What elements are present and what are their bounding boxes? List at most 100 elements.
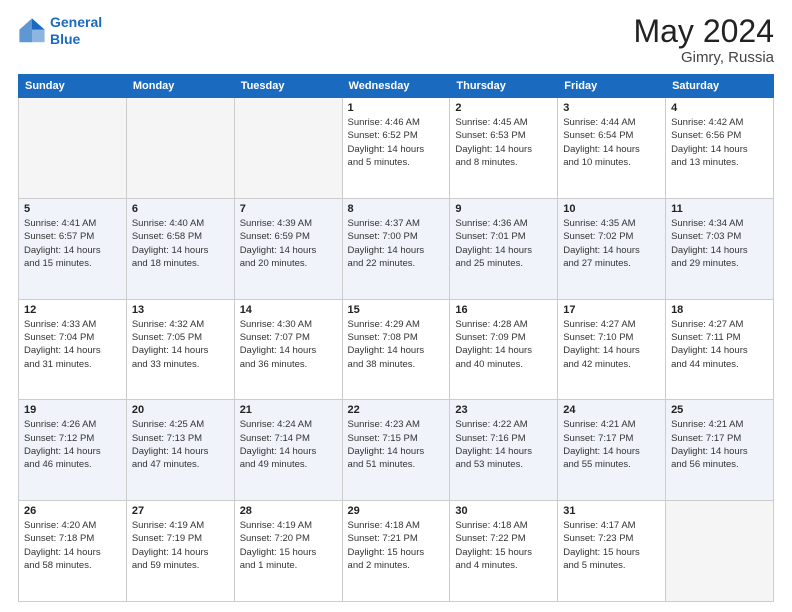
day-info: Sunrise: 4:46 AMSunset: 6:52 PMDaylight:… (348, 116, 445, 169)
day-info: Sunrise: 4:21 AMSunset: 7:17 PMDaylight:… (563, 418, 660, 471)
day-number: 9 (455, 203, 552, 215)
calendar-cell: 18Sunrise: 4:27 AMSunset: 7:11 PMDayligh… (666, 299, 774, 400)
day-info: Sunrise: 4:23 AMSunset: 7:15 PMDaylight:… (348, 418, 445, 471)
day-number: 24 (563, 404, 660, 416)
day-info: Sunrise: 4:42 AMSunset: 6:56 PMDaylight:… (671, 116, 768, 169)
logo-icon (18, 17, 46, 45)
day-number: 16 (455, 304, 552, 316)
calendar-cell: 2Sunrise: 4:45 AMSunset: 6:53 PMDaylight… (450, 98, 558, 199)
calendar-cell: 21 Sunrise: 4:24 AMSunset: 7:14 PMDayligh… (234, 400, 342, 501)
day-number: 26 (24, 505, 121, 517)
day-number: 28 (240, 505, 337, 517)
calendar-header-saturday: Saturday (666, 75, 774, 98)
calendar-table: SundayMondayTuesdayWednesdayThursdayFrid… (18, 74, 774, 602)
calendar-header-monday: Monday (126, 75, 234, 98)
calendar-cell: 13Sunrise: 4:32 AMSunset: 7:05 PMDayligh… (126, 299, 234, 400)
day-number: 19 (24, 404, 121, 416)
calendar-header-friday: Friday (558, 75, 666, 98)
calendar-cell: 27Sunrise: 4:19 AMSunset: 7:19 PMDayligh… (126, 501, 234, 602)
day-number: 23 (455, 404, 552, 416)
calendar-cell: 26 Sunrise: 4:20 AMSunset: 7:18 PMDayligh… (19, 501, 127, 602)
day-info: Sunrise: 4:25 AMSunset: 7:13 PMDaylight:… (132, 418, 229, 471)
calendar-cell: 25 Sunrise: 4:21 AMSunset: 7:17 PMDayligh… (666, 400, 774, 501)
calendar-week-row: 5 Sunrise: 4:41 AMSunset: 6:57 PMDaylight… (19, 198, 774, 299)
day-info: Sunrise: 4:19 AMSunset: 7:20 PMDaylight:… (240, 519, 337, 572)
day-info: Sunrise: 4:39 AMSunset: 6:59 PMDaylight:… (240, 217, 337, 270)
calendar-cell: 11Sunrise: 4:34 AMSunset: 7:03 PMDayligh… (666, 198, 774, 299)
day-info: Sunrise: 4:37 AMSunset: 7:00 PMDaylight:… (348, 217, 445, 270)
title-block: May 2024 Gimry, Russia (633, 14, 774, 66)
calendar-cell: 12 Sunrise: 4:33 AMSunset: 7:04 PMDayligh… (19, 299, 127, 400)
calendar-cell: 31 Sunrise: 4:17 AMSunset: 7:23 PMDayligh… (558, 501, 666, 602)
calendar-header-wednesday: Wednesday (342, 75, 450, 98)
calendar-week-row: 12 Sunrise: 4:33 AMSunset: 7:04 PMDayligh… (19, 299, 774, 400)
day-info: Sunrise: 4:18 AMSunset: 7:22 PMDaylight:… (455, 519, 552, 572)
calendar-cell (234, 98, 342, 199)
day-info: Sunrise: 4:33 AMSunset: 7:04 PMDaylight:… (24, 318, 121, 371)
calendar-cell: 15 Sunrise: 4:29 AMSunset: 7:08 PMDayligh… (342, 299, 450, 400)
calendar-cell: 6Sunrise: 4:40 AMSunset: 6:58 PMDaylight… (126, 198, 234, 299)
day-info: Sunrise: 4:21 AMSunset: 7:17 PMDaylight:… (671, 418, 768, 471)
day-info: Sunrise: 4:29 AMSunset: 7:08 PMDaylight:… (348, 318, 445, 371)
day-number: 13 (132, 304, 229, 316)
calendar-header-row: SundayMondayTuesdayWednesdayThursdayFrid… (19, 75, 774, 98)
calendar-cell: 1 Sunrise: 4:46 AMSunset: 6:52 PMDaylight… (342, 98, 450, 199)
calendar-cell: 28 Sunrise: 4:19 AMSunset: 7:20 PMDayligh… (234, 501, 342, 602)
day-number: 30 (455, 505, 552, 517)
day-number: 22 (348, 404, 445, 416)
day-number: 12 (24, 304, 121, 316)
day-info: Sunrise: 4:45 AMSunset: 6:53 PMDaylight:… (455, 116, 552, 169)
calendar-cell: 8 Sunrise: 4:37 AMSunset: 7:00 PMDaylight… (342, 198, 450, 299)
header: General Blue May 2024 Gimry, Russia (0, 0, 792, 74)
sub-title: Gimry, Russia (633, 49, 774, 66)
day-number: 3 (563, 102, 660, 114)
calendar-cell: 10 Sunrise: 4:35 AMSunset: 7:02 PMDayligh… (558, 198, 666, 299)
day-number: 8 (348, 203, 445, 215)
day-info: Sunrise: 4:17 AMSunset: 7:23 PMDaylight:… (563, 519, 660, 572)
day-info: Sunrise: 4:24 AMSunset: 7:14 PMDaylight:… (240, 418, 337, 471)
calendar-cell (19, 98, 127, 199)
calendar-week-row: 1 Sunrise: 4:46 AMSunset: 6:52 PMDaylight… (19, 98, 774, 199)
day-number: 31 (563, 505, 660, 517)
calendar-header-sunday: Sunday (19, 75, 127, 98)
day-info: Sunrise: 4:30 AMSunset: 7:07 PMDaylight:… (240, 318, 337, 371)
day-info: Sunrise: 4:22 AMSunset: 7:16 PMDaylight:… (455, 418, 552, 471)
day-number: 4 (671, 102, 768, 114)
calendar-cell: 14 Sunrise: 4:30 AMSunset: 7:07 PMDayligh… (234, 299, 342, 400)
calendar-week-row: 19 Sunrise: 4:26 AMSunset: 7:12 PMDayligh… (19, 400, 774, 501)
day-info: Sunrise: 4:18 AMSunset: 7:21 PMDaylight:… (348, 519, 445, 572)
calendar-cell: 16Sunrise: 4:28 AMSunset: 7:09 PMDayligh… (450, 299, 558, 400)
day-info: Sunrise: 4:26 AMSunset: 7:12 PMDaylight:… (24, 418, 121, 471)
calendar-cell: 9Sunrise: 4:36 AMSunset: 7:01 PMDaylight… (450, 198, 558, 299)
logo-text: General Blue (50, 14, 102, 48)
day-number: 5 (24, 203, 121, 215)
day-number: 14 (240, 304, 337, 316)
calendar-cell: 30 Sunrise: 4:18 AMSunset: 7:22 PMDayligh… (450, 501, 558, 602)
day-number: 10 (563, 203, 660, 215)
calendar-cell: 29 Sunrise: 4:18 AMSunset: 7:21 PMDayligh… (342, 501, 450, 602)
day-number: 1 (348, 102, 445, 114)
day-number: 29 (348, 505, 445, 517)
calendar-cell: 22 Sunrise: 4:23 AMSunset: 7:15 PMDayligh… (342, 400, 450, 501)
day-info: Sunrise: 4:41 AMSunset: 6:57 PMDaylight:… (24, 217, 121, 270)
day-number: 11 (671, 203, 768, 215)
calendar-cell: 23 Sunrise: 4:22 AMSunset: 7:16 PMDayligh… (450, 400, 558, 501)
day-number: 20 (132, 404, 229, 416)
day-number: 18 (671, 304, 768, 316)
day-number: 25 (671, 404, 768, 416)
calendar-cell: 19 Sunrise: 4:26 AMSunset: 7:12 PMDayligh… (19, 400, 127, 501)
calendar-cell: 24 Sunrise: 4:21 AMSunset: 7:17 PMDayligh… (558, 400, 666, 501)
day-number: 7 (240, 203, 337, 215)
page: General Blue May 2024 Gimry, Russia Sund… (0, 0, 792, 612)
calendar-cell: 17Sunrise: 4:27 AMSunset: 7:10 PMDayligh… (558, 299, 666, 400)
day-info: Sunrise: 4:35 AMSunset: 7:02 PMDaylight:… (563, 217, 660, 270)
day-info: Sunrise: 4:40 AMSunset: 6:58 PMDaylight:… (132, 217, 229, 270)
day-number: 15 (348, 304, 445, 316)
calendar-cell: 5 Sunrise: 4:41 AMSunset: 6:57 PMDaylight… (19, 198, 127, 299)
day-info: Sunrise: 4:20 AMSunset: 7:18 PMDaylight:… (24, 519, 121, 572)
calendar-cell: 4 Sunrise: 4:42 AMSunset: 6:56 PMDaylight… (666, 98, 774, 199)
calendar-cell (126, 98, 234, 199)
calendar-cell: 3Sunrise: 4:44 AMSunset: 6:54 PMDaylight… (558, 98, 666, 199)
logo: General Blue (18, 14, 102, 48)
day-number: 21 (240, 404, 337, 416)
